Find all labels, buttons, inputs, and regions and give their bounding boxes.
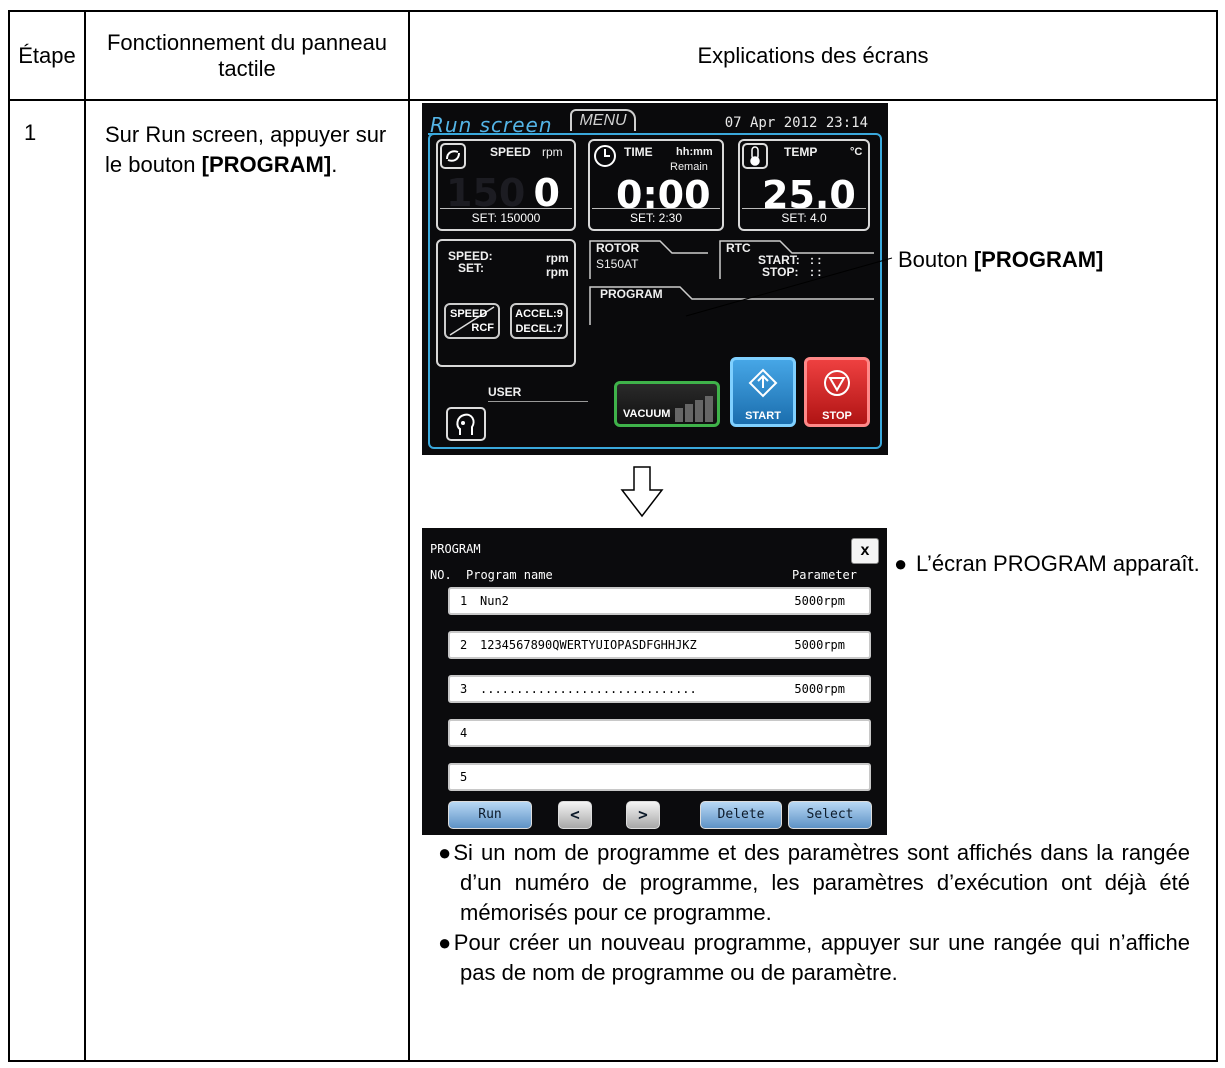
- prev-page-button[interactable]: <: [558, 801, 592, 829]
- program-row[interactable]: 1 Nun2 5000rpm: [448, 587, 871, 615]
- program-screen-note: ● L’écran PROGRAM apparaît.: [894, 551, 1214, 577]
- row-param: 5000rpm: [794, 682, 845, 696]
- program-row[interactable]: 4: [448, 719, 871, 747]
- program-row[interactable]: 3 .............................. 5000rpm: [448, 675, 871, 703]
- explanation-list: ●Si un nom de programme et des paramètre…: [438, 838, 1190, 988]
- col-no: NO.: [430, 568, 452, 582]
- row-name: ..............................: [480, 682, 697, 696]
- row-number: 1: [460, 594, 468, 608]
- row-number: 3: [460, 682, 468, 696]
- select-button[interactable]: Select: [788, 801, 872, 829]
- program-screen: PROGRAM x NO. Program name Parameter 1 N…: [422, 528, 887, 835]
- program-title: PROGRAM: [430, 542, 481, 556]
- next-page-button[interactable]: >: [626, 801, 660, 829]
- close-button[interactable]: x: [851, 538, 879, 564]
- callout-button: [PROGRAM]: [973, 247, 1104, 272]
- row-number: 5: [460, 770, 468, 784]
- col-name: Program name: [466, 568, 553, 582]
- explanation-text: Si un nom de programme et des paramètres…: [453, 840, 1190, 925]
- callout-prefix: Bouton: [898, 247, 974, 272]
- bullet-icon: ●: [894, 551, 908, 576]
- program-row[interactable]: 2 1234567890QWERTYUIOPASDFGHHJKZ 5000rpm: [448, 631, 871, 659]
- row-name: 1234567890QWERTYUIOPASDFGHHJKZ: [480, 638, 697, 652]
- explanation-text: Pour créer un nouveau programme, appuyer…: [453, 930, 1190, 985]
- row-param: 5000rpm: [794, 594, 845, 608]
- note-text: L’écran PROGRAM apparaît.: [916, 551, 1200, 576]
- program-row[interactable]: 5: [448, 763, 871, 791]
- run-button[interactable]: Run: [448, 801, 532, 829]
- program-callout: Bouton [PROGRAM]: [898, 247, 1103, 273]
- explanation-item: ●Pour créer un nouveau programme, appuye…: [438, 930, 1190, 985]
- row-number: 2: [460, 638, 468, 652]
- row-number: 4: [460, 726, 468, 740]
- col-param: Parameter: [791, 568, 857, 582]
- row-name: Nun2: [480, 594, 509, 608]
- explanation-item: ●Si un nom de programme et des paramètre…: [438, 840, 1190, 925]
- delete-button[interactable]: Delete: [700, 801, 782, 829]
- down-arrow-icon: [620, 466, 664, 518]
- row-param: 5000rpm: [794, 638, 845, 652]
